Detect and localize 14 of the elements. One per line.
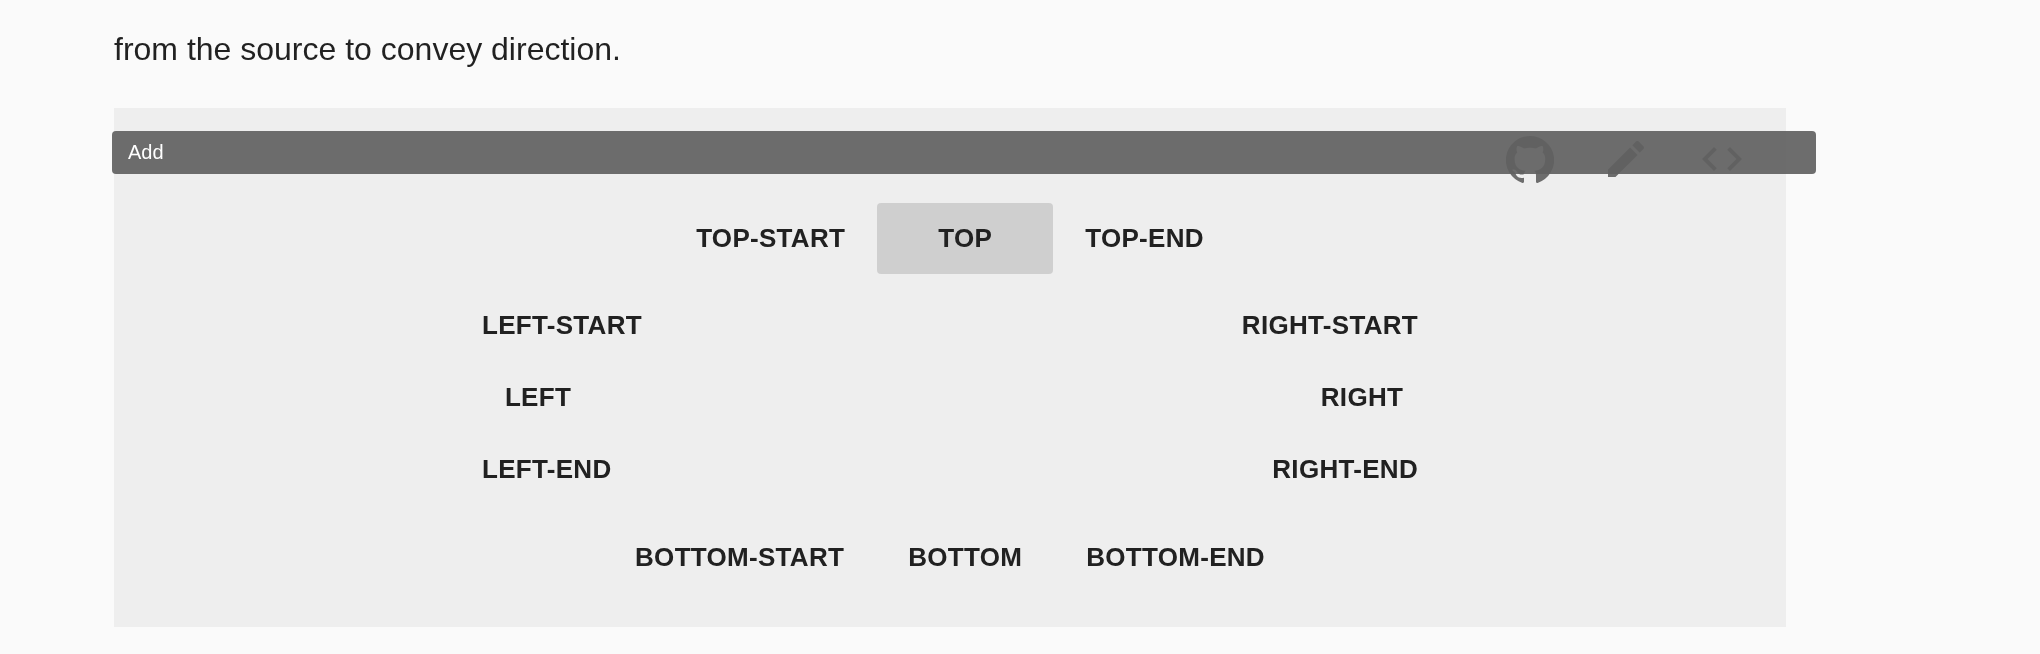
placement-button[interactable]: TOP-START bbox=[664, 203, 878, 274]
placement-button[interactable]: RIGHT-START bbox=[1209, 289, 1450, 361]
placement-button[interactable]: TOP bbox=[877, 203, 1054, 274]
placement-button[interactable]: BOTTOM-START bbox=[603, 522, 877, 593]
placement-button[interactable]: BOTTOM bbox=[876, 522, 1055, 593]
placement-button[interactable]: BOTTOM-END bbox=[1054, 522, 1297, 593]
tooltip: Add bbox=[112, 131, 1816, 174]
placement-button[interactable]: TOP-END bbox=[1053, 203, 1236, 274]
placement-button[interactable]: LEFT-END bbox=[450, 433, 644, 505]
placement-button[interactable]: LEFT-START bbox=[450, 289, 674, 361]
placement-button[interactable]: LEFT bbox=[450, 361, 626, 433]
intro-paragraph: from the source to convey direction. bbox=[114, 30, 622, 69]
placement-button[interactable]: RIGHT-END bbox=[1240, 433, 1450, 505]
placement-button[interactable]: RIGHT bbox=[1274, 361, 1450, 433]
